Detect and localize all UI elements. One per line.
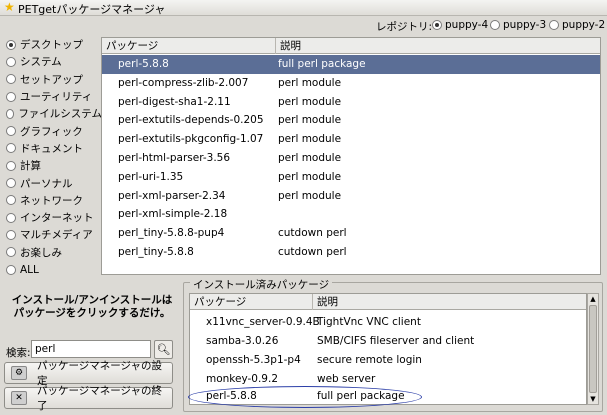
quit-icon: ✕ — [11, 391, 27, 405]
category-fun[interactable]: お楽しみ — [6, 244, 102, 261]
radio-icon — [6, 247, 16, 258]
repo-option-puppy-4[interactable]: puppy-4 — [432, 19, 488, 31]
category-utility[interactable]: ユーティリティ — [6, 88, 102, 105]
radio-icon — [6, 126, 16, 137]
search-icon: 🔍︎ — [156, 343, 171, 356]
radio-icon — [432, 20, 442, 30]
quit-button[interactable]: ✕ パッケージマネージャの終了 — [4, 385, 173, 412]
category-all[interactable]: ALL — [6, 261, 102, 278]
category-personal[interactable]: パーソナル — [6, 174, 102, 191]
table-row[interactable]: perl_tiny-5.8.8 cutdown perl — [102, 243, 600, 262]
radio-icon — [6, 74, 16, 85]
table-row[interactable]: perl-extutils-depends-0.205 perl module — [102, 111, 600, 130]
category-list: デスクトップ システム セットアップ ユーティリティ ファイルシステム グラフィ… — [6, 36, 102, 278]
scroll-thumb[interactable] — [589, 305, 597, 393]
radio-icon — [490, 20, 500, 30]
radio-icon — [6, 195, 16, 206]
help-text: インストール/アンインストールは パッケージをクリックするだけ。 — [11, 294, 173, 319]
package-table[interactable]: パッケージ 説明 perl-5.8.8 full perl package per… — [101, 37, 601, 275]
radio-icon — [549, 20, 559, 30]
category-filesystem[interactable]: ファイルシステム — [6, 105, 102, 122]
search-label: 検索: — [6, 347, 31, 359]
radio-icon — [6, 108, 15, 119]
category-internet[interactable]: インターネット — [6, 209, 102, 226]
table-row[interactable]: x11vnc_server-0.9.4B TightVnc VNC client — [190, 313, 586, 332]
table-row[interactable]: perl-5.8.8 full perl package — [102, 55, 600, 74]
category-calculate[interactable]: 計算 — [6, 157, 102, 174]
column-header-description[interactable]: 説明 — [276, 38, 600, 54]
radio-icon — [6, 143, 16, 154]
search-input[interactable]: perl — [31, 340, 151, 358]
scroll-down-icon[interactable]: ▼ — [588, 394, 598, 404]
radio-icon — [6, 56, 16, 67]
category-setup[interactable]: セットアップ — [6, 71, 102, 88]
table-row[interactable]: perl-xml-parser-2.34 perl module — [102, 187, 600, 206]
table-row[interactable]: perl-compress-zlib-2.007 perl module — [102, 74, 600, 93]
repo-label: レポジトリ: — [376, 21, 433, 33]
petget-window: ★ PETgetパッケージマネージャ レポジトリ: puppy-4 puppy-… — [0, 0, 607, 415]
radio-icon — [6, 264, 16, 275]
radio-icon — [6, 178, 16, 189]
title-bar: ★ PETgetパッケージマネージャ — [0, 0, 607, 16]
column-header-package[interactable]: パッケージ — [102, 38, 276, 54]
category-graphic[interactable]: グラフィック — [6, 122, 102, 139]
settings-icon: ⚙ — [11, 366, 27, 380]
installed-table[interactable]: パッケージ 説明 x11vnc_server-0.9.4B TightVnc VN… — [189, 293, 587, 405]
radio-icon — [6, 91, 16, 102]
radio-icon — [6, 212, 16, 223]
table-row[interactable]: samba-3.0.26 SMB/CIFS fileserver and clie… — [190, 332, 586, 351]
scroll-up-icon[interactable]: ▲ — [588, 294, 598, 304]
table-row[interactable]: perl-html-parser-3.56 perl module — [102, 149, 600, 168]
column-header-description[interactable]: 説明 — [313, 294, 586, 310]
repo-option-puppy-3[interactable]: puppy-3 — [490, 19, 546, 31]
table-header: パッケージ 説明 — [190, 294, 586, 310]
installed-scrollbar[interactable]: ▲ ▼ — [587, 293, 599, 405]
installed-title: インストール済みパッケージ — [190, 277, 333, 292]
repo-option-puppy-2[interactable]: puppy-2 — [549, 19, 605, 31]
category-system[interactable]: システム — [6, 53, 102, 70]
radio-icon — [6, 39, 16, 50]
search-button[interactable]: 🔍︎ — [154, 340, 173, 359]
table-row[interactable]: perl-uri-1.35 perl module — [102, 168, 600, 187]
table-row[interactable]: perl_tiny-5.8.8-pup4 cutdown perl — [102, 224, 600, 243]
radio-icon — [6, 160, 16, 171]
radio-icon — [6, 229, 16, 240]
table-header: パッケージ 説明 — [102, 38, 600, 54]
category-desktop[interactable]: デスクトップ — [6, 36, 102, 53]
category-multimedia[interactable]: マルチメディア — [6, 226, 102, 243]
table-row[interactable]: perl-extutils-pkgconfig-1.07 perl module — [102, 130, 600, 149]
table-row[interactable]: openssh-5.3p1-p4 secure remote login — [190, 351, 586, 370]
table-row[interactable]: perl-5.8.8 full perl package — [190, 387, 586, 404]
column-header-package[interactable]: パッケージ — [190, 294, 313, 310]
table-row[interactable]: perl-xml-simple-2.18 — [102, 205, 600, 224]
star-icon: ★ — [4, 0, 15, 14]
category-document[interactable]: ドキュメント — [6, 140, 102, 157]
category-network[interactable]: ネットワーク — [6, 192, 102, 209]
table-row[interactable]: perl-digest-sha1-2.11 perl module — [102, 93, 600, 112]
settings-button[interactable]: ⚙ パッケージマネージャの設定 — [4, 360, 173, 387]
window-title: PETgetパッケージマネージャ — [18, 3, 166, 16]
